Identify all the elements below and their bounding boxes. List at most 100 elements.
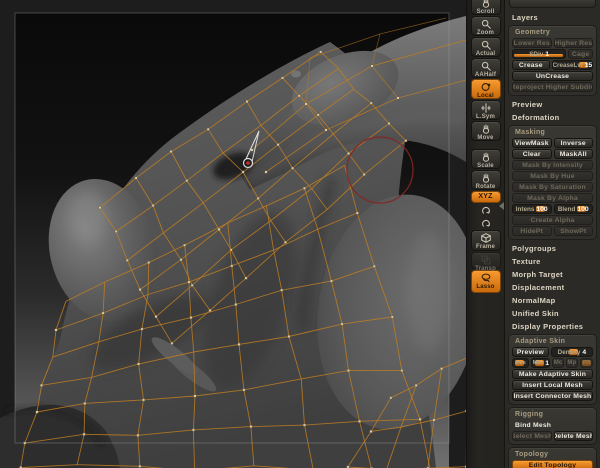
z-axis-rotate-button[interactable] <box>471 217 501 229</box>
partial-button-top[interactable] <box>509 0 596 8</box>
magnifier-icon <box>480 39 492 51</box>
lasso-icon <box>480 272 492 284</box>
section-morph-target[interactable]: Morph Target <box>505 268 600 281</box>
hidept-button[interactable]: HidePt <box>512 226 552 236</box>
section-displacement[interactable]: Displacement <box>505 281 600 294</box>
section-layers[interactable]: Layers <box>505 11 600 24</box>
select-mesh-button[interactable]: Select Mesh <box>512 431 552 441</box>
rotate-button[interactable]: Rotate <box>470 170 501 190</box>
viewport-canvas[interactable] <box>0 0 466 468</box>
toolbar-label: L.Sym <box>475 114 495 120</box>
section-texture[interactable]: Texture <box>505 255 600 268</box>
mask-by-saturation-button[interactable]: Mask By Saturation <box>512 182 593 192</box>
panel-group-geometry: Geometry Lower Res Higher Res SDiv 1 Cage Crea… <box>508 25 597 96</box>
mask-by-intensity-button[interactable]: Mask By Intensity <box>512 160 593 170</box>
slider-blend[interactable]: Blend 100 <box>553 204 593 214</box>
actual-button[interactable]: Actual <box>470 37 501 57</box>
panel-row: ViewMask Inverse <box>512 138 593 148</box>
bind-mesh-button[interactable]: Bind Mesh <box>512 420 593 430</box>
panel-row: UnCrease <box>512 71 593 81</box>
section-deformation[interactable]: Deformation <box>505 111 600 124</box>
group-header-geometry[interactable]: Geometry <box>512 28 593 37</box>
showpt-button[interactable]: ShowPt <box>553 226 593 236</box>
l-sym-button[interactable]: L.Sym <box>470 100 501 120</box>
section-normalmap[interactable]: NormalMap <box>505 294 600 307</box>
panel-row: Insert Local Mesh <box>512 380 593 390</box>
panel-row: Create Alpha <box>512 215 593 225</box>
slider-label: Intens <box>515 205 535 213</box>
viewmask-button[interactable]: ViewMask <box>512 138 552 148</box>
toolbar-label: XYZ <box>478 193 493 200</box>
aahalf-button[interactable]: AAHalf <box>470 58 501 78</box>
hand-icon <box>480 0 492 9</box>
magnifier-icon <box>480 18 492 30</box>
reproject-higher-subdiv-button[interactable]: Reproject Higher Subdiv <box>512 82 593 92</box>
make-adaptive-skin-button[interactable]: Make Adaptive Skin <box>512 369 593 379</box>
zoom-button[interactable]: Zoom <box>470 16 501 36</box>
toolbar-label: Frame <box>475 244 495 250</box>
group-header-rigging[interactable]: Rigging <box>512 410 593 419</box>
rotate-arrow-icon <box>480 218 492 230</box>
panel-group-masking: Masking ViewMask Inverse Clear MaskAll Mask B… <box>508 125 597 240</box>
lower-res-button[interactable]: Lower Res <box>512 38 552 48</box>
group-header-topology[interactable]: Topology <box>512 450 593 459</box>
orbit-icon <box>480 81 492 93</box>
toolbar-label: Actual <box>475 51 496 57</box>
app-window: Scroll Zoom Actual AAHalf Local L.Sym Move Scal… <box>0 0 600 468</box>
move-button[interactable]: Move <box>470 121 501 141</box>
clear-button[interactable]: Clear <box>512 149 552 159</box>
insert-connector-mesh-button[interactable]: Insert Connector Mesh <box>512 391 593 401</box>
slider-label: CreaseLvl <box>552 61 583 69</box>
slider-label: Pd <box>582 360 591 366</box>
group-header-masking[interactable]: Masking <box>512 128 593 137</box>
section-unified-skin[interactable]: Unified Skin <box>505 307 600 320</box>
maskall-button[interactable]: MaskAll <box>553 149 593 159</box>
mc-button[interactable]: Mc <box>552 358 564 368</box>
slider-ires[interactable]: Ires <box>512 358 530 368</box>
toolbar-label: Move <box>477 135 494 141</box>
scroll-button[interactable]: Scroll <box>470 0 501 15</box>
slider-density[interactable]: Density 4 <box>550 347 593 357</box>
uncrease-button[interactable]: UnCrease <box>512 71 593 81</box>
preview-button[interactable]: Preview <box>512 347 549 357</box>
slider-label: Ires <box>515 360 526 366</box>
y-axis-rotate-button[interactable] <box>471 204 501 216</box>
panel-row: Intens 100 Blend 100 <box>512 204 593 214</box>
mp-button[interactable]: Mp <box>566 358 578 368</box>
group-header-adaptive-skin[interactable]: Adaptive Skin <box>512 337 593 346</box>
panel-row: HidePt ShowPt <box>512 226 593 236</box>
section-preview[interactable]: Preview <box>505 98 600 111</box>
slider-value: 1 <box>545 50 550 58</box>
create-alpha-button[interactable]: Create Alpha <box>512 215 593 225</box>
toolbar-label: AAHalf <box>474 72 497 78</box>
panel-row: Ires Mbr 1 Mc Mp Pd <box>512 358 593 368</box>
cage-button[interactable]: Cage <box>568 49 593 59</box>
slider-value: 4 <box>582 348 587 356</box>
toolbar-label: Lasso <box>476 284 495 290</box>
lasso-button[interactable]: Lasso <box>470 270 501 293</box>
panel-group-rigging: Rigging Bind Mesh Select Mesh Delete Mesh <box>508 407 597 445</box>
slider-sdiv[interactable]: SDiv 1 <box>512 49 567 59</box>
insert-local-mesh-button[interactable]: Insert Local Mesh <box>512 380 593 390</box>
slider-creaselvl[interactable]: CreaseLvl 15 <box>551 60 593 70</box>
local-button[interactable]: Local <box>470 79 501 99</box>
slider-mbr[interactable]: Mbr 1 <box>531 358 551 368</box>
section-display-properties[interactable]: Display Properties <box>505 320 600 333</box>
slider-intens[interactable]: Intens 100 <box>512 204 552 214</box>
delete-mesh-button[interactable]: Delete Mesh <box>553 431 593 441</box>
frame-button[interactable]: Frame <box>470 230 501 251</box>
slider-pd[interactable]: Pd <box>579 358 593 368</box>
inverse-button[interactable]: Inverse <box>553 138 593 148</box>
toolbar-label: Zoom <box>476 30 495 36</box>
edit-topology-button[interactable]: Edit Topology <box>512 460 593 468</box>
crease-button[interactable]: Crease <box>512 60 550 70</box>
panel-row: Make Adaptive Skin <box>512 369 593 379</box>
higher-res-button[interactable]: Higher Res <box>553 38 593 48</box>
transp-button[interactable]: Transp <box>470 252 501 272</box>
mask-by-hue-button[interactable]: Mask By Hue <box>512 171 593 181</box>
symmetry-icon <box>480 102 492 114</box>
xyz-button[interactable]: XYZ <box>470 191 501 203</box>
section-polygroups[interactable]: Polygroups <box>505 242 600 255</box>
mask-by-alpha-button[interactable]: Mask By Alpha <box>512 193 593 203</box>
scale-button[interactable]: Scale <box>470 149 501 169</box>
